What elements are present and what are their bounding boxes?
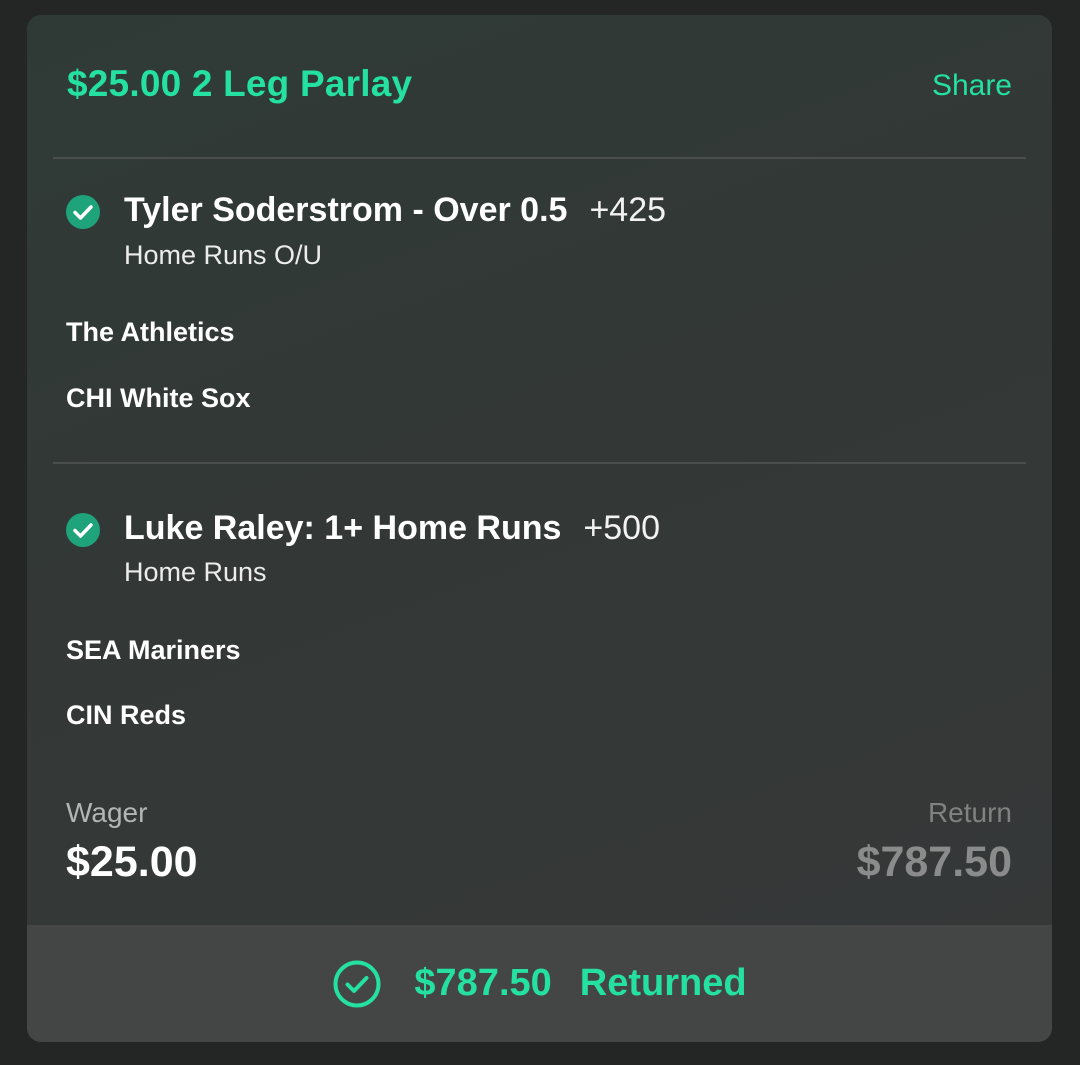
divider — [53, 462, 1026, 464]
leg-odds: +425 — [589, 191, 667, 229]
check-circle-icon — [66, 513, 100, 547]
share-button[interactable]: Share — [932, 69, 1012, 103]
returned-status: Returned — [579, 962, 747, 1004]
check-ring-icon — [333, 960, 381, 1007]
leg-team-2: CIN Reds — [66, 700, 187, 730]
leg-market: Home Runs — [124, 557, 267, 587]
divider — [53, 157, 1026, 159]
bet-card: $25.00 2 Leg Parlay Share Tyler Soderstr… — [27, 15, 1052, 1042]
leg-team-1: The Athletics — [66, 317, 235, 347]
leg-team-1: SEA Mariners — [66, 635, 241, 665]
check-circle-icon — [66, 195, 100, 229]
leg-pick: Tyler Soderstrom - Over 0.5 +425 — [124, 191, 666, 230]
bet-title: $25.00 2 Leg Parlay — [67, 63, 413, 104]
wager-value: $25.00 — [66, 838, 198, 886]
leg-team-2: CHI White Sox — [66, 383, 251, 413]
leg-pick: Luke Raley: 1+ Home Runs +500 — [124, 509, 660, 548]
returned-banner: $787.50 Returned — [27, 925, 1052, 1042]
leg-market: Home Runs O/U — [124, 240, 323, 270]
return-label: Return — [927, 797, 1012, 828]
bet-header: $25.00 2 Leg Parlay Share — [27, 15, 1052, 158]
leg-odds: +500 — [583, 509, 661, 547]
returned-amount: $787.50 — [414, 962, 552, 1004]
wager-label: Wager — [66, 797, 148, 828]
leg-pick-label: Luke Raley: 1+ Home Runs — [124, 509, 562, 547]
return-value: $787.50 — [856, 838, 1012, 886]
leg-pick-label: Tyler Soderstrom - Over 0.5 — [124, 191, 568, 229]
